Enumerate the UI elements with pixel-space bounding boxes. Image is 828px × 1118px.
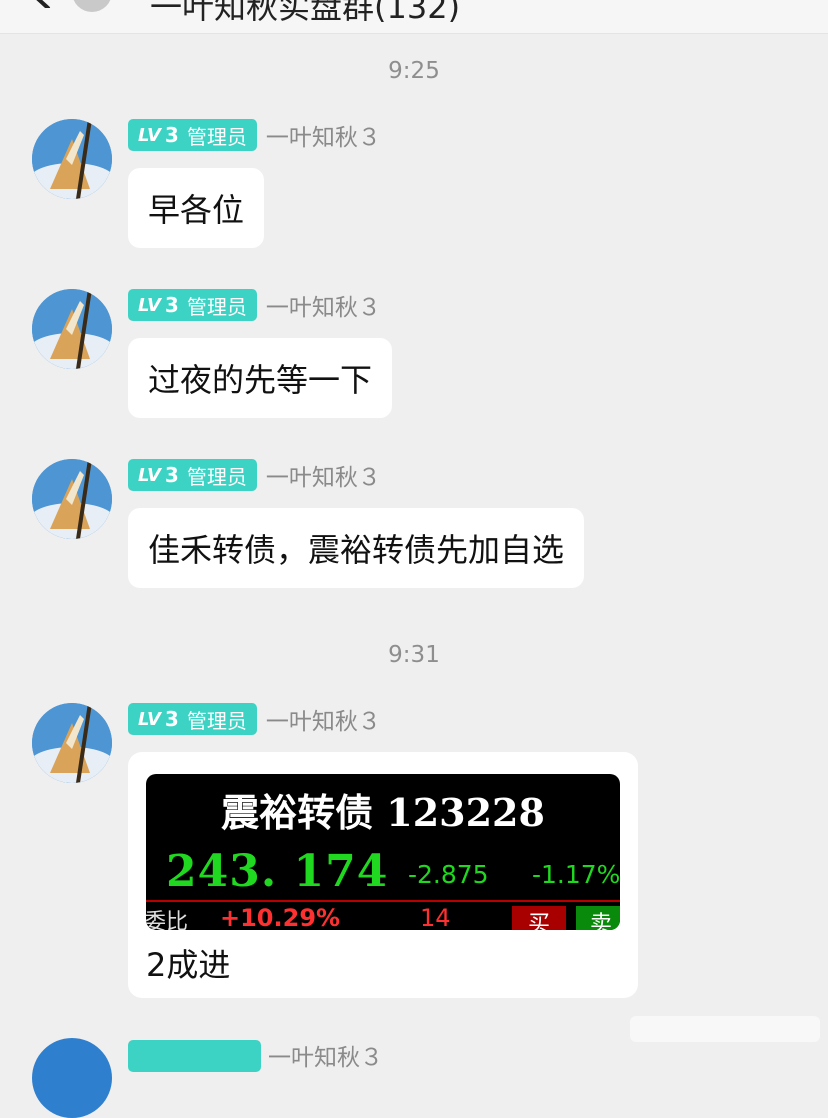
- stock-price: 243. 174: [166, 846, 389, 897]
- sell-tag: 卖: [576, 906, 620, 930]
- avatar[interactable]: [32, 1038, 112, 1118]
- message-bubble[interactable]: 佳禾转债，震裕转债先加自选: [128, 508, 585, 588]
- level-badge: LV 3 管理员: [128, 459, 257, 491]
- watermark: [630, 1016, 820, 1042]
- level-badge: LV 3 管理员: [128, 119, 257, 151]
- avatar[interactable]: [32, 703, 112, 783]
- sender-name[interactable]: 一叶知秋３: [266, 702, 381, 736]
- stock-change-pct: -1.17%: [532, 860, 620, 889]
- message-meta: LV 3 管理员 一叶知秋３: [128, 289, 381, 321]
- sender-name[interactable]: 一叶知秋３: [266, 288, 381, 322]
- level-badge: LV 3 管理员: [128, 289, 257, 321]
- image-message-bubble[interactable]: 震裕转债 123228 243. 174 -2.875 -1.17% 委比 +1…: [128, 752, 638, 998]
- stock-quote-image[interactable]: 震裕转债 123228 243. 174 -2.875 -1.17% 委比 +1…: [146, 774, 620, 930]
- message-meta: LV 3 管理员 一叶知秋３: [128, 119, 381, 151]
- sender-name[interactable]: 一叶知秋３: [268, 1038, 383, 1072]
- stock-change: -2.875: [408, 860, 489, 889]
- back-arrow-icon[interactable]: [32, 0, 54, 8]
- sender-name[interactable]: 一叶知秋３: [266, 458, 381, 492]
- message-meta: LV 3 管理员 一叶知秋３: [128, 703, 381, 735]
- timestamp: 9:31: [388, 642, 440, 668]
- buy-tag: 买: [512, 906, 566, 930]
- timestamp: 9:25: [388, 58, 440, 84]
- avatar[interactable]: [32, 289, 112, 369]
- ratio-label: 委比: [146, 910, 189, 930]
- chat-title: 一叶知秋实盘群(132): [150, 0, 461, 26]
- group-avatar-icon[interactable]: [72, 0, 112, 12]
- top-bar: 一叶知秋实盘群(132): [0, 0, 828, 34]
- message-text: 2成进: [146, 946, 231, 984]
- message-meta: LV 3 管理员 一叶知秋３: [128, 459, 381, 491]
- ratio-value: +10.29%: [220, 904, 341, 930]
- divider: [146, 900, 620, 902]
- stock-name: 震裕转债 123228: [221, 790, 545, 835]
- message-bubble[interactable]: 过夜的先等一下: [128, 338, 393, 418]
- level-badge: [128, 1040, 261, 1072]
- avatar[interactable]: [32, 119, 112, 199]
- volume-value: 14: [420, 904, 451, 930]
- level-badge: LV 3 管理员: [128, 703, 257, 735]
- menu-icon[interactable]: [760, 0, 792, 4]
- message-bubble[interactable]: 早各位: [128, 168, 265, 248]
- sender-name[interactable]: 一叶知秋３: [266, 118, 381, 152]
- avatar[interactable]: [32, 459, 112, 539]
